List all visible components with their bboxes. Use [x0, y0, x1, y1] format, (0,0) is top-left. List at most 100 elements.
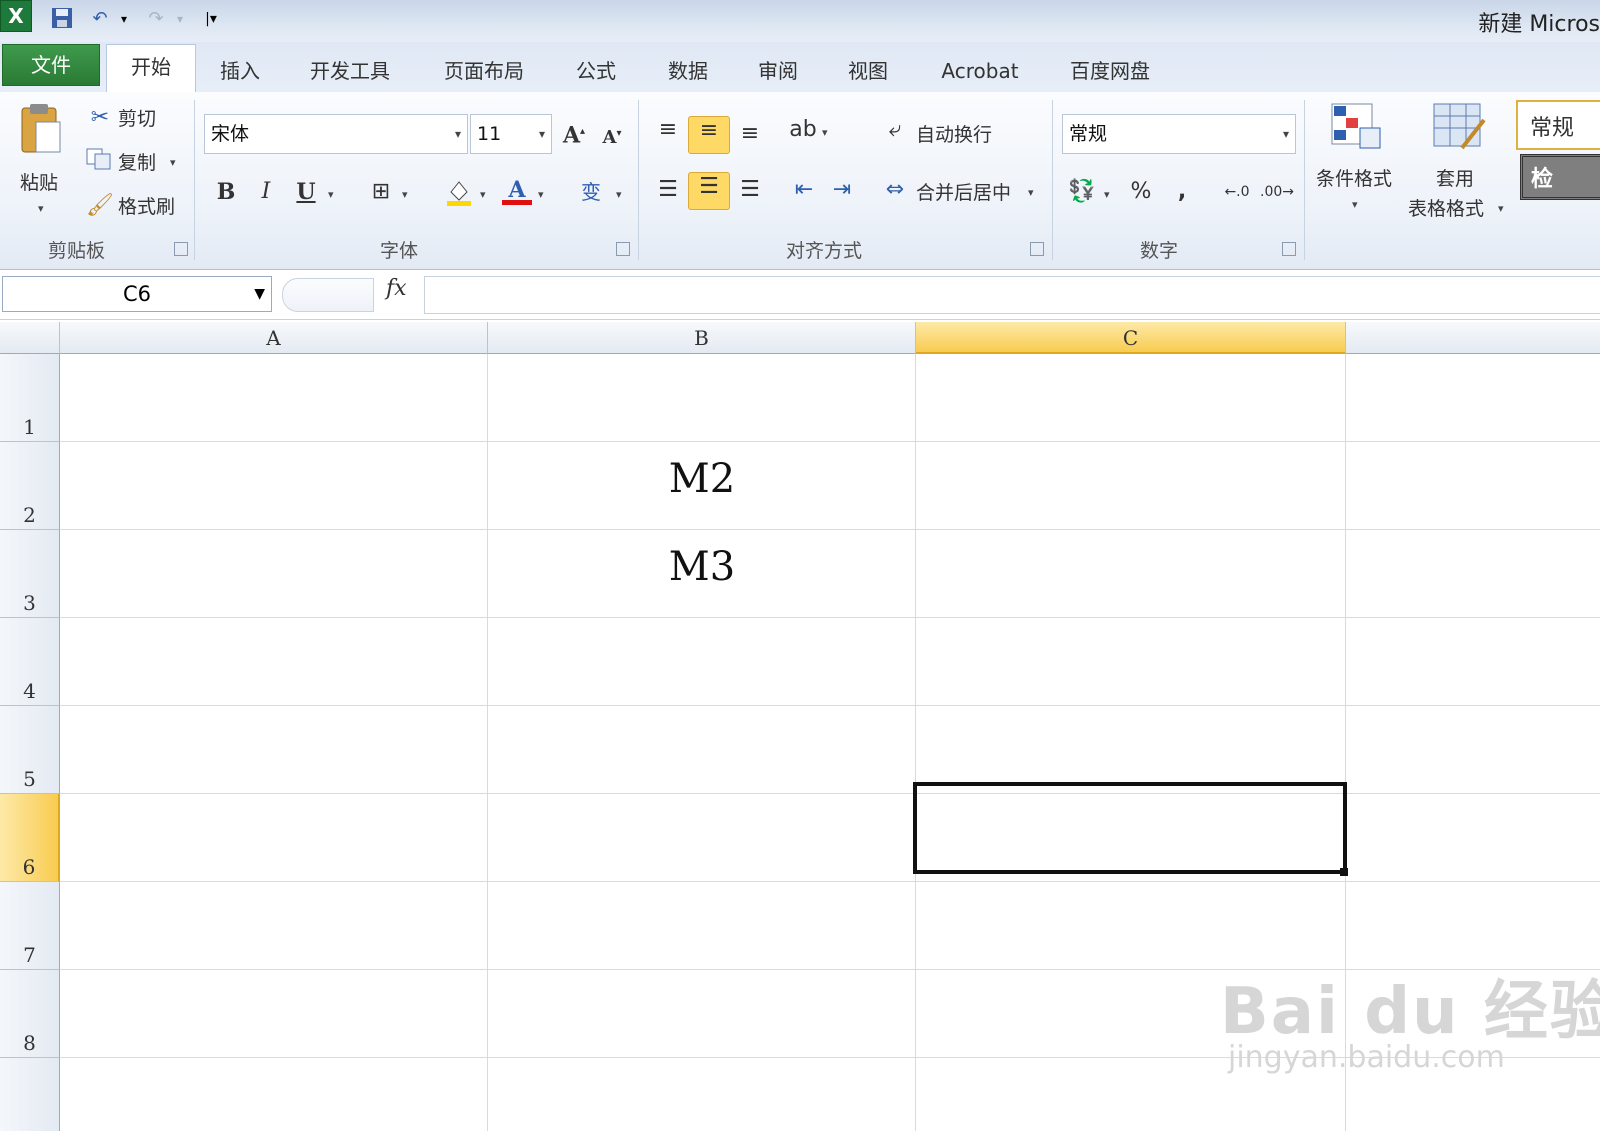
comma-style-button[interactable]: ,	[1168, 178, 1196, 206]
column-header-a[interactable]: A	[60, 322, 488, 354]
row-header-3[interactable]: 3	[0, 530, 60, 618]
row-header-5[interactable]: 5	[0, 706, 60, 794]
row-header-6[interactable]: 6	[0, 794, 60, 882]
increase-decimal-icon[interactable]: ←.0	[1220, 178, 1254, 206]
align-left-icon[interactable]: ☰	[652, 176, 684, 204]
font-size-select[interactable]: 11 ▾	[470, 114, 552, 154]
percent-style-button[interactable]: %	[1126, 178, 1156, 206]
align-center-icon[interactable]: ☰	[688, 172, 730, 210]
tab-acrobat[interactable]: Acrobat	[930, 50, 1030, 92]
name-box[interactable]: C6 ▼	[2, 276, 272, 312]
customize-qat-icon[interactable]: |▾	[200, 6, 222, 32]
row-header-9[interactable]	[0, 1058, 60, 1131]
cell-style-check[interactable]: 检	[1520, 154, 1600, 200]
number-dialog-launcher-icon[interactable]	[1282, 242, 1296, 256]
increase-indent-icon[interactable]: ⇥	[826, 176, 858, 204]
cell-b2[interactable]: M2	[488, 456, 916, 502]
row-header-7[interactable]: 7	[0, 882, 60, 970]
row-header-1[interactable]: 1	[0, 354, 60, 442]
formula-bar-resize-handle[interactable]	[282, 278, 374, 312]
clipboard-dialog-launcher-icon[interactable]	[174, 242, 188, 256]
tab-view[interactable]: 视图	[840, 50, 896, 92]
redo-dropdown-icon[interactable]: ▾	[172, 6, 188, 32]
cut-icon[interactable]: ✂	[86, 104, 114, 132]
alignment-dialog-launcher-icon[interactable]	[1030, 242, 1044, 256]
row-header-4[interactable]: 4	[0, 618, 60, 706]
excel-logo-icon[interactable]: X	[0, 0, 32, 32]
format-as-table-button[interactable]: 套用 表格格式 ▾	[1408, 100, 1512, 230]
wrap-text-icon[interactable]: ⤶	[880, 116, 910, 144]
undo-dropdown-icon[interactable]: ▾	[116, 6, 132, 32]
orientation-icon[interactable]: ab	[788, 116, 818, 144]
tab-file[interactable]: 文件	[2, 44, 100, 86]
fill-color-icon[interactable]	[444, 178, 474, 214]
cut-button[interactable]: 剪切	[118, 104, 156, 131]
accounting-dropdown-icon[interactable]: ▾	[1104, 188, 1110, 201]
copy-dropdown-icon[interactable]: ▾	[170, 156, 176, 169]
insert-function-icon[interactable]: fx	[386, 276, 407, 301]
font-dialog-launcher-icon[interactable]	[616, 242, 630, 256]
copy-button[interactable]: 复制	[118, 148, 156, 175]
fill-handle[interactable]	[1340, 868, 1348, 876]
decrease-indent-icon[interactable]: ⇤	[788, 176, 820, 204]
borders-dropdown-icon[interactable]: ▾	[402, 188, 408, 201]
chevron-down-icon: ▾	[454, 127, 461, 141]
font-color-icon[interactable]: A	[502, 176, 532, 205]
merge-center-icon[interactable]: ⇔	[880, 176, 910, 204]
align-top-icon[interactable]: ≡	[652, 116, 684, 148]
tab-page-layout[interactable]: 页面布局	[434, 50, 534, 92]
phonetic-guide-icon[interactable]: 变	[574, 178, 608, 206]
conditional-formatting-button[interactable]: 条件格式 ▾	[1312, 100, 1406, 230]
paste-button[interactable]: 粘贴 ▾	[8, 98, 72, 218]
italic-button[interactable]: I	[252, 178, 280, 206]
underline-button[interactable]: U	[292, 178, 320, 206]
tab-insert[interactable]: 插入	[212, 50, 268, 92]
tab-baidu-netdisk[interactable]: 百度网盘	[1062, 50, 1158, 92]
wrap-text-button[interactable]: 自动换行	[916, 120, 992, 147]
undo-icon[interactable]: ↶	[86, 6, 114, 32]
formula-input[interactable]	[424, 276, 1600, 314]
underline-dropdown-icon[interactable]: ▾	[328, 188, 334, 201]
align-bottom-icon[interactable]: ≡	[734, 120, 766, 152]
grow-font-icon[interactable]: A▴	[560, 118, 588, 149]
decrease-decimal-icon[interactable]: .00→	[1260, 178, 1294, 206]
borders-icon[interactable]: ⊞	[366, 178, 396, 206]
orientation-dropdown-icon[interactable]: ▾	[822, 126, 828, 139]
merge-center-button[interactable]: 合并后居中	[916, 178, 1011, 205]
tab-formulas[interactable]: 公式	[568, 50, 624, 92]
name-box-dropdown-icon[interactable]: ▼	[254, 277, 265, 311]
number-format-select[interactable]: 常规 ▾	[1062, 114, 1296, 154]
select-all-corner[interactable]	[0, 322, 60, 354]
paste-dropdown-icon[interactable]: ▾	[38, 202, 44, 215]
bold-button[interactable]: B	[212, 178, 240, 206]
shrink-font-icon[interactable]: A▾	[598, 120, 626, 152]
cell-b3[interactable]: M3	[488, 544, 916, 590]
accounting-format-icon[interactable]: 💱	[1066, 178, 1098, 206]
save-icon[interactable]	[48, 6, 76, 32]
gridline	[60, 529, 1600, 530]
selected-cell-c6[interactable]	[913, 782, 1347, 874]
row-header-8[interactable]: 8	[0, 970, 60, 1058]
column-header-c[interactable]: C	[916, 322, 1346, 354]
fill-color-dropdown-icon[interactable]: ▾	[480, 188, 486, 201]
tab-review[interactable]: 审阅	[750, 50, 806, 92]
format-painter-button[interactable]: 格式刷	[118, 192, 175, 219]
column-header-b[interactable]: B	[488, 322, 916, 354]
gridline	[60, 881, 1600, 882]
tab-home[interactable]: 开始	[106, 44, 196, 93]
paste-icon	[18, 102, 62, 156]
tab-developer[interactable]: 开发工具	[302, 50, 398, 92]
tab-data[interactable]: 数据	[660, 50, 716, 92]
font-name-select[interactable]: 宋体 ▾	[204, 114, 468, 154]
cell-style-normal[interactable]: 常规	[1516, 100, 1600, 150]
font-color-dropdown-icon[interactable]: ▾	[538, 188, 544, 201]
redo-icon[interactable]: ↷	[142, 6, 170, 32]
align-right-icon[interactable]: ☰	[734, 176, 766, 204]
column-header-d[interactable]	[1346, 322, 1600, 354]
align-middle-icon[interactable]: ≡	[688, 116, 730, 154]
copy-icon[interactable]	[84, 148, 114, 178]
row-header-2[interactable]: 2	[0, 442, 60, 530]
format-painter-icon[interactable]: 🖌	[86, 192, 114, 220]
merge-dropdown-icon[interactable]: ▾	[1028, 186, 1034, 199]
phonetic-dropdown-icon[interactable]: ▾	[616, 188, 622, 201]
